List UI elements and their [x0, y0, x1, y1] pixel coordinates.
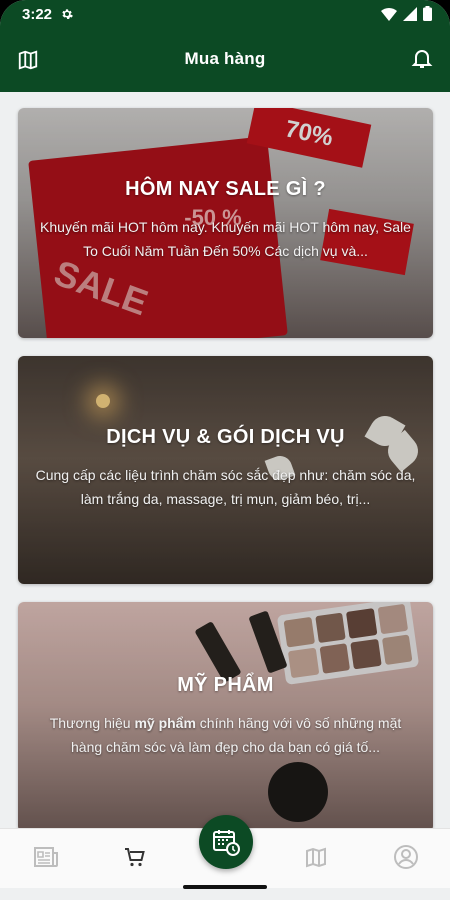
- card-title: HÔM NAY SALE GÌ ?: [125, 178, 326, 200]
- app-header: 3:22 Mua hàng: [0, 0, 450, 92]
- nav-cart[interactable]: [121, 843, 149, 871]
- cosmetics-card[interactable]: MỸ PHẨM Thương hiệu mỹ phẩm chính hãng v…: [18, 602, 433, 832]
- profile-icon: [394, 845, 418, 869]
- page-title: Mua hàng: [184, 49, 266, 68]
- services-card[interactable]: DỊCH VỤ & GÓI DỊCH VỤ Cung cấp các liệu …: [18, 356, 433, 584]
- status-icons: [381, 6, 432, 21]
- card-description: Thương hiệu mỹ phẩm chính hãng với vô số…: [49, 715, 402, 755]
- nav-map[interactable]: [302, 843, 330, 871]
- settings-icon: [62, 9, 73, 20]
- card-content: DỊCH VỤ & GÓI DỊCH VỤ Cung cấp các liệu …: [18, 426, 433, 511]
- card-title: MỸ PHẨM: [177, 674, 274, 696]
- card-content: MỸ PHẨM Thương hiệu mỹ phẩm chính hãng v…: [18, 674, 433, 759]
- nav-profile[interactable]: [392, 843, 420, 871]
- cart-icon: [125, 848, 145, 867]
- card-title: DỊCH VỤ & GÓI DỊCH VỤ: [106, 426, 345, 448]
- card-content: HÔM NAY SALE GÌ ? Khuyến mãi HOT hôm nay…: [18, 178, 433, 263]
- home-indicator[interactable]: [183, 885, 267, 889]
- status-time: 3:22: [22, 6, 53, 23]
- map-icon: [306, 847, 326, 868]
- signal-icon: [403, 6, 417, 21]
- booking-fab-button[interactable]: [199, 815, 253, 869]
- notifications-button[interactable]: [408, 44, 436, 72]
- wifi-icon: [381, 7, 397, 21]
- calendar-clock-icon: [213, 830, 240, 856]
- battery-icon: [423, 6, 432, 21]
- app-screen: 3:22 Mua hàng 70% -50 % SALE HÔM NAY SAL…: [0, 0, 450, 900]
- card-description: Cung cấp các liệu trình chăm sóc sắc đẹp…: [35, 467, 416, 507]
- card-description: Khuyến mãi HOT hôm nay. Khuyến mãi HOT h…: [40, 219, 411, 259]
- news-icon: [34, 847, 58, 867]
- nav-news[interactable]: [32, 843, 60, 871]
- bell-icon: [411, 50, 433, 68]
- promo-card-sale[interactable]: 70% -50 % SALE HÔM NAY SALE GÌ ? Khuyến …: [18, 108, 433, 338]
